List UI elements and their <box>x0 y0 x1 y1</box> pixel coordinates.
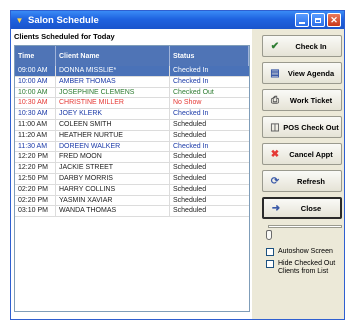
cell-status: Scheduled <box>173 185 207 193</box>
cell-status: Checked Out <box>173 88 214 96</box>
cell-status: Checked In <box>173 67 209 74</box>
cell-time: 11:00 AM <box>15 119 56 130</box>
pos-check-out-button[interactable]: ◫ POS Check Out <box>262 116 342 138</box>
cell-time: 09:00 AM <box>15 66 56 76</box>
cell-time: 12:20 PM <box>15 152 56 163</box>
cell-client-name: JOSEPHINE CLEMENS <box>56 87 170 98</box>
cell-client-name: JACKIE STREET <box>56 163 170 173</box>
slider-track[interactable] <box>268 225 342 228</box>
maximize-icon <box>315 17 321 23</box>
cell-time: 10:30 AM <box>15 98 56 109</box>
autoshow-checkbox[interactable] <box>266 248 274 256</box>
cell-status: Checked In <box>173 110 209 118</box>
title-bar[interactable]: ▼ Salon Schedule ✕ <box>11 11 344 29</box>
slider-thumb[interactable] <box>266 230 272 240</box>
cell-time: 11:20 AM <box>15 130 56 141</box>
table-row[interactable]: 11:30 AM DOREEN WALKER Checked In <box>15 141 249 153</box>
window-controls: ✕ <box>295 13 341 27</box>
hide-checked-out-checkbox[interactable] <box>266 260 274 268</box>
cell-client-name: WANDA THOMAS <box>56 206 170 217</box>
cell-status: Checked In <box>173 77 209 85</box>
app-icon: ▼ <box>15 15 24 25</box>
column-header-time[interactable]: Time <box>15 46 56 66</box>
close-icon: ✕ <box>330 14 338 25</box>
table-row[interactable]: 11:20 AM HEATHER NURTUE Scheduled <box>15 130 249 142</box>
minimize-button[interactable] <box>295 13 309 27</box>
schedule-panel: Clients Scheduled for Today Time Client … <box>11 29 252 319</box>
cell-status: Scheduled <box>173 207 207 215</box>
table-row[interactable]: 12:20 PM FRED MOON Scheduled <box>15 152 249 164</box>
actions-panel: ✔ Check In ▤ View Agenda ⎙ Work Ticket ◫… <box>252 29 344 319</box>
cell-client-name: YASMIN XAVIAR <box>56 195 170 206</box>
table-row[interactable]: 10:30 AM CHRISTINE MILLER No Show <box>15 98 249 110</box>
cell-client-name: HARRY COLLINS <box>56 184 170 195</box>
checkmark-icon: ✔ <box>270 40 280 52</box>
cell-time: 03:10 PM <box>15 206 56 217</box>
cell-client-name: FRED MOON <box>56 152 170 163</box>
cell-time: 12:50 PM <box>15 173 56 184</box>
cell-status: Scheduled <box>173 174 207 182</box>
minimize-icon <box>299 21 305 24</box>
table-row[interactable]: 02:20 PM YASMIN XAVIAR Scheduled <box>15 195 249 207</box>
cell-status: Scheduled <box>173 164 207 172</box>
schedule-heading: Clients Scheduled for Today <box>14 32 115 41</box>
cell-client-name: JOEY KLERK <box>56 109 170 119</box>
table-row[interactable]: 10:00 AM AMBER THOMAS Checked In <box>15 76 249 88</box>
cell-client-name: COLEEN SMITH <box>56 119 170 130</box>
close-window-button[interactable]: ✕ <box>327 13 341 27</box>
close-button[interactable]: ➜ Close <box>262 197 342 219</box>
cell-time: 02:20 PM <box>15 184 56 195</box>
cell-time: 02:20 PM <box>15 195 56 206</box>
cell-client-name: AMBER THOMAS <box>56 76 170 87</box>
cell-status: Scheduled <box>173 131 207 139</box>
work-ticket-button[interactable]: ⎙ Work Ticket <box>262 89 342 111</box>
cell-time: 10:00 AM <box>15 76 56 87</box>
table-row[interactable]: 10:00 AM JOSEPHINE CLEMENS Checked Out <box>15 87 249 99</box>
cell-client-name: HEATHER NURTUE <box>56 130 170 141</box>
refresh-icon: ⟳ <box>270 175 280 187</box>
exit-icon: ➜ <box>271 202 281 214</box>
cell-status: Scheduled <box>173 153 207 161</box>
column-header-status[interactable]: Status <box>170 46 249 66</box>
cell-time: 12:20 PM <box>15 163 56 173</box>
printer-icon: ⎙ <box>271 94 279 106</box>
grid-body: 09:00 AM DONNA MISSLIE* Checked In 10:00 AM… <box>15 66 249 218</box>
cell-time: 10:00 AM <box>15 87 56 98</box>
table-row[interactable]: 03:10 PM WANDA THOMAS Scheduled <box>15 206 249 218</box>
cell-client-name: DARBY MORRIS <box>56 173 170 184</box>
table-row[interactable]: 11:00 AM COLEEN SMITH Scheduled <box>15 119 249 131</box>
cancel-appt-button[interactable]: ✖ Cancel Appt <box>262 143 342 165</box>
refresh-button[interactable]: ⟳ Refresh <box>262 170 342 192</box>
salon-schedule-window: ▼ Salon Schedule ✕ Clients Scheduled for… <box>10 10 345 320</box>
cell-client-name: DOREEN WALKER <box>56 141 170 152</box>
cell-time: 10:30 AM <box>15 109 56 119</box>
table-row[interactable]: 12:20 PM JACKIE STREET Scheduled <box>15 163 249 174</box>
table-row[interactable]: 10:30 AM JOEY KLERK Checked In <box>15 109 249 120</box>
cell-client-name: CHRISTINE MILLER <box>56 98 170 109</box>
x-mark-icon: ✖ <box>270 148 280 160</box>
window-title: Salon Schedule <box>28 14 99 26</box>
cell-status: Checked In <box>173 142 209 150</box>
autoshow-option[interactable]: Autoshow Screen <box>266 248 333 256</box>
table-row[interactable]: 09:00 AM DONNA MISSLIE* Checked In <box>15 66 249 77</box>
table-row[interactable]: 12:50 PM DARBY MORRIS Scheduled <box>15 173 249 185</box>
maximize-button[interactable] <box>311 13 325 27</box>
cell-client-name: DONNA MISSLIE* <box>56 66 170 76</box>
cart-icon: ◫ <box>270 121 280 133</box>
schedule-grid[interactable]: Time Client Name Status 09:00 AM DONNA MI… <box>14 45 250 312</box>
grid-header: Time Client Name Status <box>15 46 249 66</box>
check-in-button[interactable]: ✔ Check In <box>262 35 342 57</box>
cell-time: 11:30 AM <box>15 141 56 152</box>
view-agenda-button[interactable]: ▤ View Agenda <box>262 62 342 84</box>
cell-status: No Show <box>173 99 202 107</box>
cell-status: Scheduled <box>173 120 207 128</box>
column-header-name[interactable]: Client Name <box>56 46 170 66</box>
agenda-icon: ▤ <box>270 67 280 79</box>
table-row[interactable]: 02:20 PM HARRY COLLINS Scheduled <box>15 184 249 196</box>
hide-checked-out-option[interactable]: Hide Checked Out Clients from List <box>266 260 344 276</box>
cell-status: Scheduled <box>173 196 207 204</box>
